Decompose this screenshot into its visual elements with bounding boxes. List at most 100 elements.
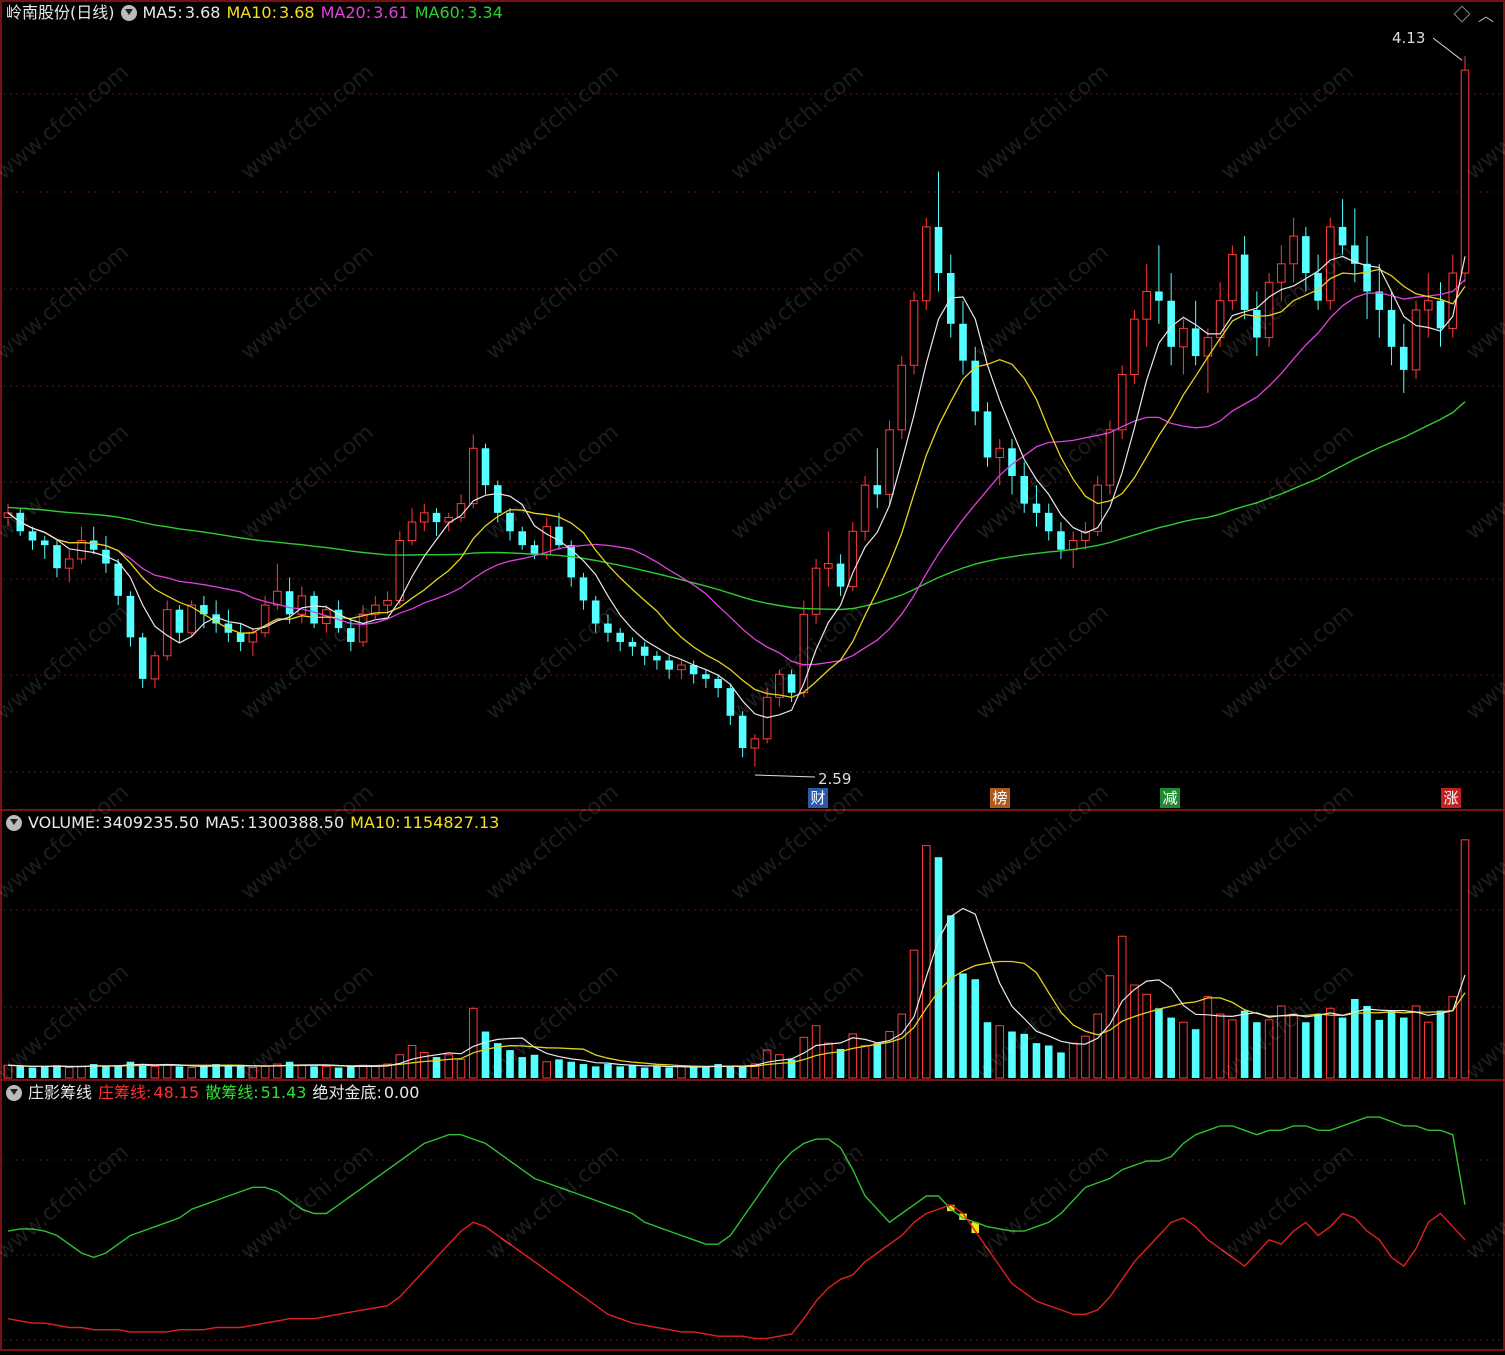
candle-body-down	[616, 632, 624, 642]
candle-body-down	[481, 448, 490, 486]
volume-bar-down	[1191, 1029, 1200, 1078]
zhuang-chou-line	[7, 1204, 1466, 1340]
chevron-up-icon[interactable]: ︿	[1478, 2, 1494, 26]
vol-ma5-label: MA5:	[205, 813, 246, 832]
jd-value: 0.00	[383, 1083, 420, 1102]
volume-bar-down	[689, 1067, 698, 1078]
candle-body-up	[995, 447, 1005, 459]
candle-body-down	[347, 628, 355, 642]
volume-bar-up	[444, 1054, 454, 1079]
low-price-label: 2.59	[818, 770, 852, 788]
candle-body-down	[1044, 512, 1053, 532]
volume-bar-up	[64, 1067, 74, 1079]
event-tag-rise[interactable]: 涨	[1441, 788, 1461, 808]
volume-bar-down	[555, 1059, 563, 1078]
candle-body-down	[1387, 309, 1396, 347]
volume-value: 3409235.50	[102, 813, 200, 832]
volume-bar-up	[1460, 839, 1470, 1079]
volume-bar-up	[1448, 996, 1458, 1079]
candle-body-up	[1289, 235, 1298, 265]
volume-bar-down	[175, 1066, 184, 1078]
low-arrow	[754, 774, 816, 778]
volume-bar-down	[971, 979, 980, 1078]
stock-name[interactable]: 岭南股份(日线)	[6, 3, 115, 22]
candle-body-down	[959, 323, 967, 361]
volume-bar-up	[248, 1067, 258, 1079]
volume-header: VOLUME: 3409235.50 MA5: 1300388.50 MA10: 1154…	[6, 812, 505, 834]
volume-bar-up	[1289, 1013, 1298, 1079]
candle-body-up	[811, 567, 821, 615]
volume-bar-up	[799, 1036, 809, 1079]
volume-bar-up	[322, 1065, 331, 1079]
ma20-label: MA20:	[320, 3, 372, 22]
volume-bar-down	[836, 1048, 845, 1078]
san-value: 51.43	[260, 1083, 307, 1102]
san-chou-line	[7, 1116, 1466, 1259]
volume-bar-down	[579, 1064, 588, 1078]
volume-bar-up	[358, 1064, 368, 1079]
candle-body-up	[1228, 254, 1237, 302]
candle-body-up	[1117, 373, 1127, 431]
candle-body-up	[677, 664, 686, 671]
volume-bar-down	[224, 1065, 233, 1078]
candle-body-up	[150, 655, 160, 680]
volume-bar-down	[1167, 1017, 1175, 1078]
event-tag-finance[interactable]: 财	[808, 788, 828, 808]
volume-bar-down	[16, 1066, 25, 1078]
candle-body-down	[1032, 503, 1041, 513]
volume-bar-down	[1057, 1052, 1065, 1078]
ma20-value: 3.61	[373, 3, 409, 22]
volume-bar-down	[665, 1067, 673, 1078]
zhuang-value: 48.15	[153, 1083, 200, 1102]
volume-bar-down	[702, 1066, 710, 1078]
volume-bar-up	[1179, 1021, 1188, 1079]
volume-bar-down	[236, 1066, 245, 1078]
volume-bar-down	[347, 1066, 355, 1078]
candle-body-up	[1460, 69, 1470, 274]
volume-bar-up	[1068, 1042, 1078, 1079]
volume-bar-up	[187, 1067, 196, 1079]
candle-body-down	[1167, 300, 1175, 347]
candle-body-up	[248, 632, 258, 643]
chart-canvas[interactable]	[0, 0, 1505, 1351]
volume-bar-up	[77, 1065, 86, 1079]
volume-bar-down	[1008, 1031, 1016, 1078]
candle-body-up	[407, 521, 417, 542]
ma5-value: 3.68	[184, 3, 221, 22]
volume-bar-down	[285, 1061, 294, 1078]
candle-body-down	[53, 545, 61, 569]
candle-body-up	[824, 563, 833, 569]
volume-bar-up	[848, 1033, 858, 1079]
volume-bar-up	[150, 1065, 160, 1079]
event-tag-list[interactable]: 榜	[990, 788, 1010, 808]
volume-bar-up	[3, 1064, 13, 1079]
zhuang-label: 庄筹线:	[98, 1083, 152, 1102]
volume-bar-down	[640, 1067, 649, 1078]
collapse-icon[interactable]	[120, 4, 137, 21]
candle-body-up	[1264, 281, 1274, 339]
volume-bar-down	[518, 1057, 527, 1078]
volume-bar-down	[506, 1050, 514, 1078]
candle-body-down	[665, 660, 673, 670]
volume-bar-down	[481, 1031, 490, 1078]
candle-body-down	[873, 485, 882, 495]
stock-chart[interactable]	[0, 0, 1505, 1351]
volume-bar-down	[334, 1067, 343, 1078]
volume-bar-down	[959, 973, 967, 1078]
collapse-icon[interactable]	[6, 814, 22, 831]
candle-body-down	[310, 595, 318, 624]
candle-body-down	[1253, 309, 1261, 338]
candle-body-up	[1179, 327, 1188, 348]
volume-bar-up	[1142, 993, 1151, 1079]
candle-body-down	[28, 531, 37, 541]
volume-bar-up	[395, 1054, 405, 1079]
volume-bar-up	[1277, 1005, 1286, 1079]
candle-body-down	[530, 545, 539, 555]
indicator-name[interactable]: 庄影筹线	[28, 1083, 92, 1102]
collapse-icon[interactable]	[6, 1084, 22, 1101]
volume-bar-down	[1338, 1017, 1347, 1078]
event-tag-reduce[interactable]: 减	[1160, 788, 1180, 808]
volume-bar-down	[591, 1066, 600, 1078]
candle-body-up	[395, 540, 405, 601]
candle-body-up	[897, 364, 907, 431]
